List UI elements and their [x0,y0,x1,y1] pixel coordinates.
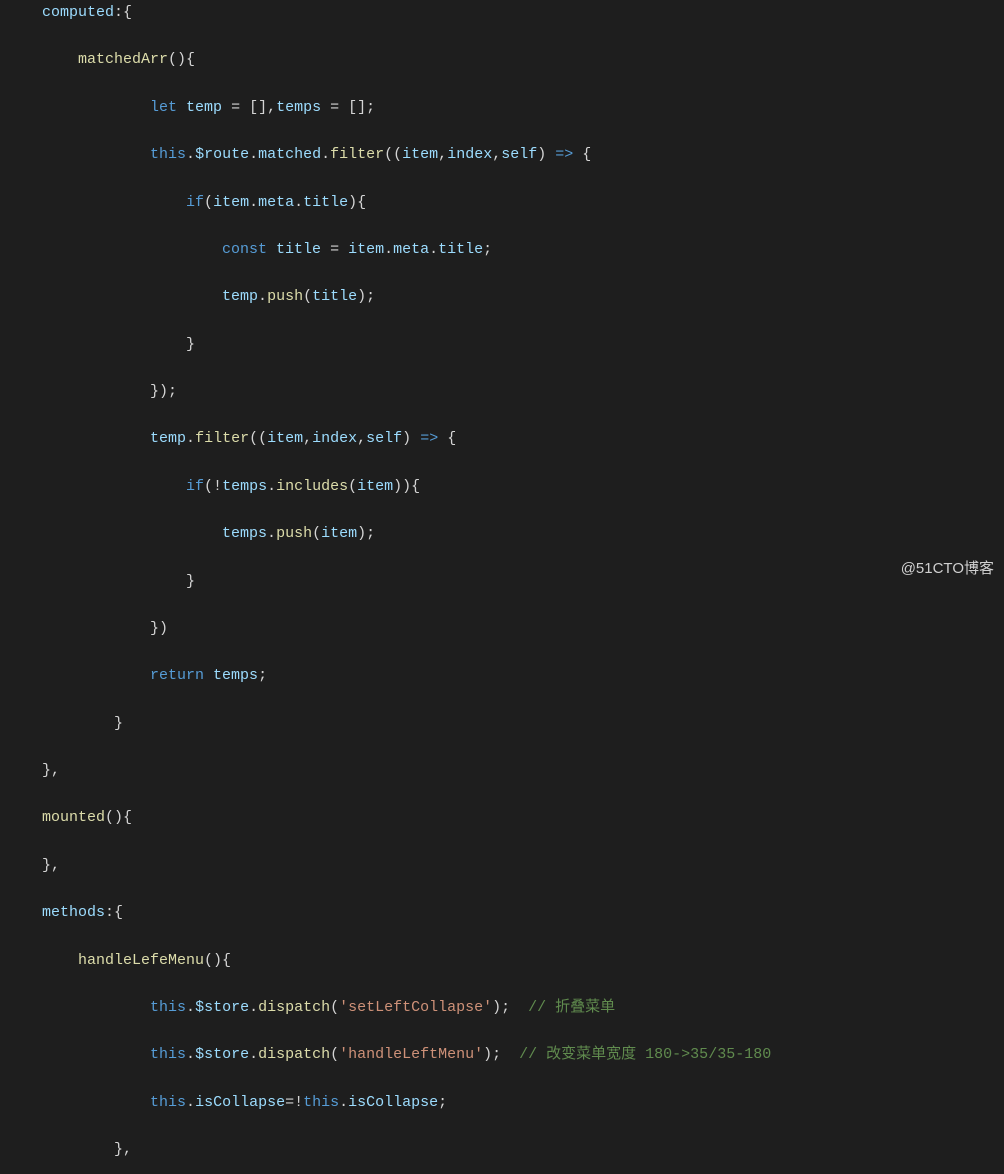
code-line[interactable]: if(!temps.includes(item)){ [42,475,1004,499]
code-line[interactable]: if(item.meta.title){ [42,191,1004,215]
code-line[interactable]: this.$route.matched.filter((item,index,s… [42,143,1004,167]
code-line[interactable]: }, [42,854,1004,878]
code-line[interactable]: }, [42,1138,1004,1162]
code-line[interactable]: temps.push(item); [42,522,1004,546]
code-line[interactable]: const title = item.meta.title; [42,238,1004,262]
code-editor[interactable]: computed:{ matchedArr(){ let temp = [],t… [0,0,1004,1174]
code-line[interactable]: temp.filter((item,index,self) => { [42,427,1004,451]
code-line[interactable]: this.isCollapse=!this.isCollapse; [42,1091,1004,1115]
code-line[interactable]: } [42,333,1004,357]
watermark-label: @51CTO博客 [901,557,994,581]
code-line[interactable]: }, [42,759,1004,783]
code-line[interactable]: computed:{ [42,1,1004,25]
code-line[interactable]: matchedArr(){ [42,48,1004,72]
code-line[interactable]: methods:{ [42,901,1004,925]
code-line[interactable]: }) [42,617,1004,641]
code-line[interactable]: this.$store.dispatch('setLeftCollapse');… [42,996,1004,1020]
code-line[interactable]: return temps; [42,664,1004,688]
code-line[interactable]: } [42,570,1004,594]
code-line[interactable]: temp.push(title); [42,285,1004,309]
code-line[interactable]: } [42,712,1004,736]
code-line[interactable]: mounted(){ [42,806,1004,830]
code-line[interactable]: }); [42,380,1004,404]
code-line[interactable]: let temp = [],temps = []; [42,96,1004,120]
code-line[interactable]: handleLefeMenu(){ [42,949,1004,973]
code-line[interactable]: this.$store.dispatch('handleLeftMenu'); … [42,1043,1004,1067]
